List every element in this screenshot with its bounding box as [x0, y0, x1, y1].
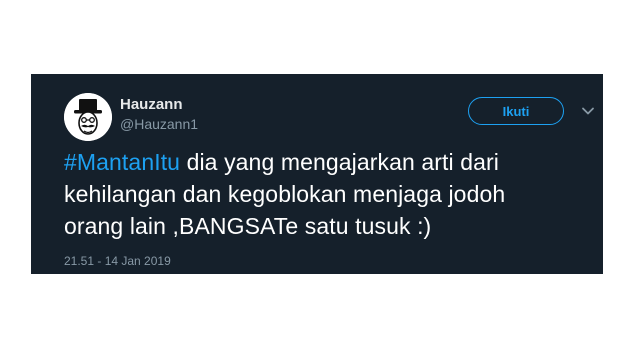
- display-name[interactable]: Hauzann: [120, 96, 183, 114]
- tweet-card: Hauzann @Hauzann1 Ikuti #MantanItu dia y…: [31, 74, 603, 274]
- tweet-line-1: #MantanItu dia yang mengajarkan arti dar…: [64, 146, 594, 178]
- avatar[interactable]: [64, 93, 112, 141]
- follow-button[interactable]: Ikuti: [468, 97, 564, 125]
- top-hat-man-icon: [64, 93, 112, 141]
- tweet-text-segment: dia yang mengajarkan arti dari: [180, 149, 499, 175]
- tweet-line-3: orang lain ,BANGSATe satu tusuk :): [64, 213, 432, 239]
- chevron-down-icon[interactable]: [581, 104, 595, 118]
- user-handle[interactable]: @Hauzann1: [120, 115, 198, 133]
- tweet-timestamp[interactable]: 21.51 - 14 Jan 2019: [64, 253, 171, 269]
- tweet-text: #MantanItu dia yang mengajarkan arti dar…: [64, 146, 594, 242]
- tweet-line-2: kehilangan dan kegoblokan menjaga jodoh: [64, 181, 506, 207]
- hashtag-link[interactable]: #MantanItu: [64, 149, 180, 175]
